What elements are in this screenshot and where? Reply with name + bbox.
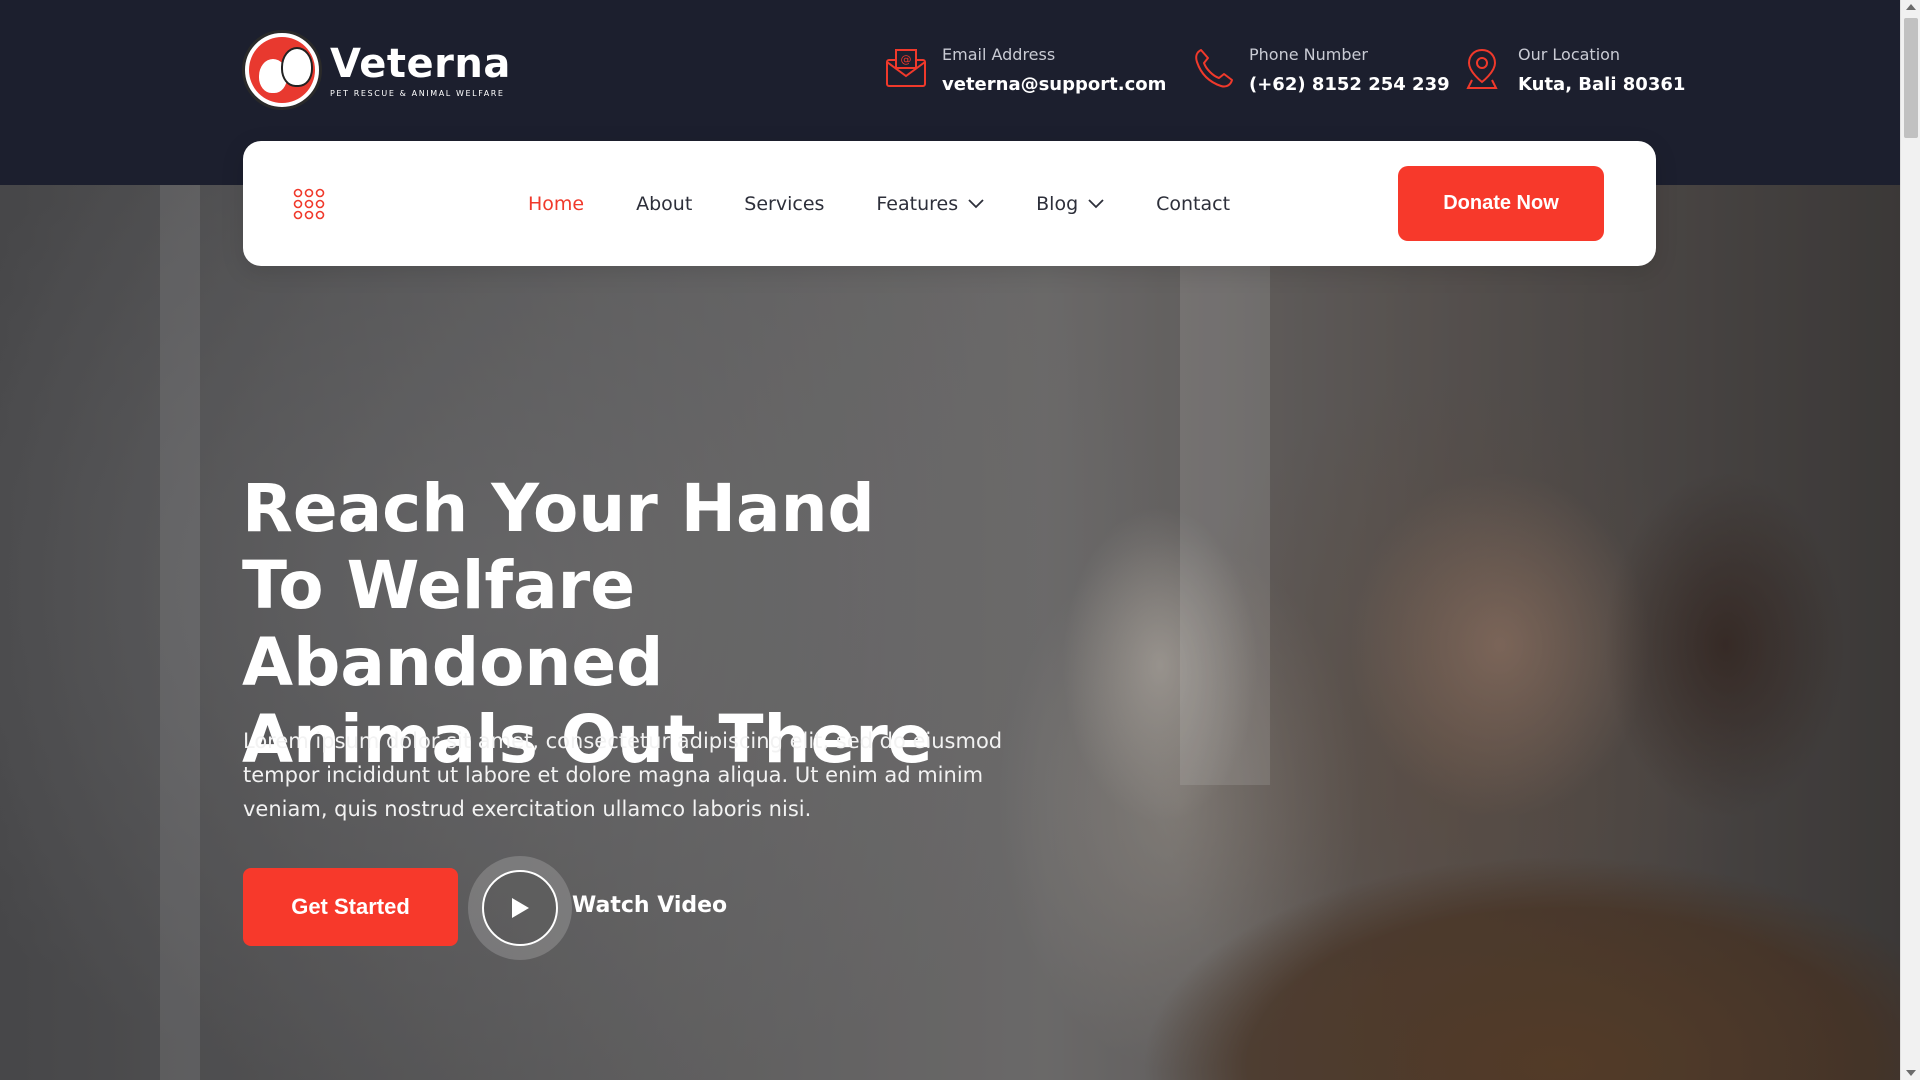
nav-links: Home About Services Features Blog Contac… xyxy=(528,141,1282,266)
nav-item-home[interactable]: Home xyxy=(528,193,584,215)
nav-item-label: Blog xyxy=(1036,192,1079,215)
scrollbar-thumb[interactable] xyxy=(1904,18,1918,138)
email-value[interactable]: veterna@support.com xyxy=(942,72,1166,98)
nav-item-label: Home xyxy=(528,192,585,215)
nav-item-features[interactable]: Features xyxy=(876,193,984,215)
grid-menu-icon[interactable] xyxy=(293,188,325,220)
nav-item-services[interactable]: Services xyxy=(744,193,824,215)
contact-email[interactable]: @ Email Address veterna@support.com xyxy=(884,44,1166,98)
nav-item-label: Services xyxy=(744,192,825,215)
phone-icon xyxy=(1195,49,1233,88)
chevron-down-icon xyxy=(968,198,984,208)
chevron-down-icon xyxy=(1088,198,1104,208)
contact-location[interactable]: Our Location Kuta, Bali 80361 xyxy=(1460,44,1685,98)
nav-item-blog[interactable]: Blog xyxy=(1036,193,1104,215)
nav-item-label: About xyxy=(636,192,693,215)
svg-text:@: @ xyxy=(901,53,912,66)
location-pin-icon xyxy=(1466,48,1498,89)
brand-name: Veterna xyxy=(330,40,511,87)
nav-item-label: Features xyxy=(876,192,959,215)
play-icon xyxy=(512,898,529,918)
scroll-up-arrow-icon[interactable] xyxy=(1906,4,1916,10)
phone-label: Phone Number xyxy=(1249,45,1368,64)
nav-item-label: Contact xyxy=(1156,192,1231,215)
phone-value[interactable]: (+62) 8152 254 239 xyxy=(1249,72,1450,98)
nav-item-contact[interactable]: Contact xyxy=(1156,193,1230,215)
hero-title-line: To Welfare Abandoned xyxy=(242,547,664,701)
get-started-button[interactable]: Get Started xyxy=(243,868,458,946)
location-label: Our Location xyxy=(1518,45,1621,64)
logo-emblem-icon xyxy=(242,30,322,110)
hero-description: Lorem ipsum dolor sit amet, consectetur … xyxy=(243,729,1003,821)
page-scrollbar[interactable] xyxy=(1900,0,1920,1080)
donate-now-button[interactable]: Donate Now xyxy=(1398,166,1604,241)
watch-video-link[interactable]: Watch Video xyxy=(572,893,727,918)
hero-title-line: Reach Your Hand xyxy=(242,470,875,547)
envelope-icon: @ xyxy=(886,49,926,87)
brand-tagline: PET RESCUE & ANIMAL WELFARE xyxy=(330,88,505,98)
contact-phone[interactable]: Phone Number (+62) 8152 254 239 xyxy=(1191,44,1450,98)
nav-item-about[interactable]: About xyxy=(636,193,692,215)
brand-logo[interactable]: Veterna PET RESCUE & ANIMAL WELFARE xyxy=(242,30,511,110)
play-video-button[interactable] xyxy=(468,856,572,960)
scroll-down-arrow-icon[interactable] xyxy=(1906,1070,1916,1076)
location-value: Kuta, Bali 80361 xyxy=(1518,74,1686,95)
main-navigation: Home About Services Features Blog Contac… xyxy=(243,141,1656,266)
email-label: Email Address xyxy=(942,45,1056,64)
